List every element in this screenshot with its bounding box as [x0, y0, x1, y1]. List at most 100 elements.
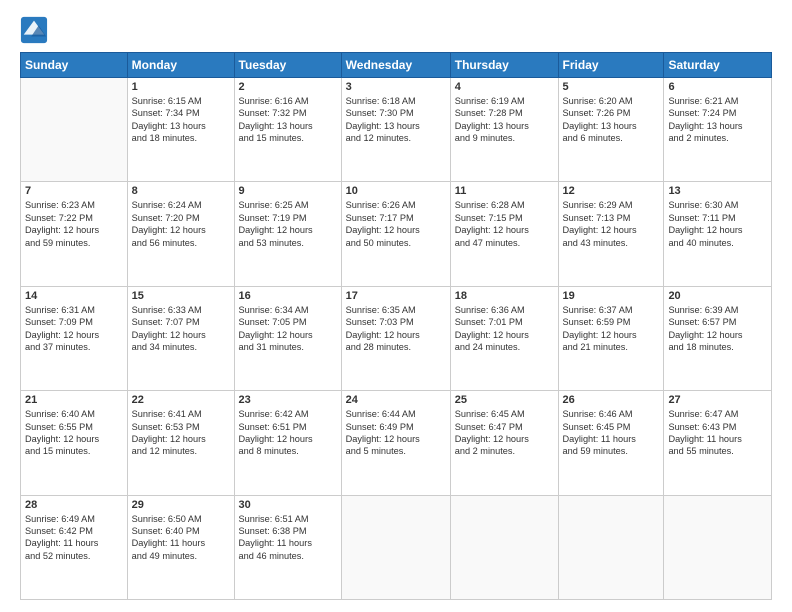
day-info: Sunrise: 6:39 AM Sunset: 6:57 PM Dayligh…: [668, 304, 767, 354]
calendar-cell: 15 Sunrise: 6:33 AM Sunset: 7:07 PM Dayli…: [127, 286, 234, 390]
logo-icon: [20, 16, 48, 44]
day-number: 23: [239, 394, 337, 406]
day-number: 29: [132, 499, 230, 511]
day-info: Sunrise: 6:50 AM Sunset: 6:40 PM Dayligh…: [132, 513, 230, 563]
col-wednesday: Wednesday: [341, 53, 450, 78]
day-info: Sunrise: 6:41 AM Sunset: 6:53 PM Dayligh…: [132, 408, 230, 458]
day-number: 18: [455, 290, 554, 302]
day-info: Sunrise: 6:36 AM Sunset: 7:01 PM Dayligh…: [455, 304, 554, 354]
day-info: Sunrise: 6:16 AM Sunset: 7:32 PM Dayligh…: [239, 95, 337, 145]
day-number: 9: [239, 185, 337, 197]
calendar-cell: 27 Sunrise: 6:47 AM Sunset: 6:43 PM Dayli…: [664, 391, 772, 495]
calendar-cell: [21, 78, 128, 182]
calendar-cell: 10 Sunrise: 6:26 AM Sunset: 7:17 PM Dayli…: [341, 182, 450, 286]
day-info: Sunrise: 6:20 AM Sunset: 7:26 PM Dayligh…: [563, 95, 660, 145]
calendar-week-row: 1 Sunrise: 6:15 AM Sunset: 7:34 PM Daylig…: [21, 78, 772, 182]
calendar-cell: 22 Sunrise: 6:41 AM Sunset: 6:53 PM Dayli…: [127, 391, 234, 495]
day-info: Sunrise: 6:26 AM Sunset: 7:17 PM Dayligh…: [346, 199, 446, 249]
day-number: 21: [25, 394, 123, 406]
col-saturday: Saturday: [664, 53, 772, 78]
day-info: Sunrise: 6:31 AM Sunset: 7:09 PM Dayligh…: [25, 304, 123, 354]
calendar-cell: 30 Sunrise: 6:51 AM Sunset: 6:38 PM Dayli…: [234, 495, 341, 599]
calendar-cell: [341, 495, 450, 599]
day-info: Sunrise: 6:33 AM Sunset: 7:07 PM Dayligh…: [132, 304, 230, 354]
col-thursday: Thursday: [450, 53, 558, 78]
calendar-cell: 12 Sunrise: 6:29 AM Sunset: 7:13 PM Dayli…: [558, 182, 664, 286]
calendar-table: Sunday Monday Tuesday Wednesday Thursday…: [20, 52, 772, 600]
day-info: Sunrise: 6:21 AM Sunset: 7:24 PM Dayligh…: [668, 95, 767, 145]
calendar-cell: 6 Sunrise: 6:21 AM Sunset: 7:24 PM Daylig…: [664, 78, 772, 182]
day-number: 3: [346, 81, 446, 93]
day-info: Sunrise: 6:23 AM Sunset: 7:22 PM Dayligh…: [25, 199, 123, 249]
calendar-cell: [664, 495, 772, 599]
calendar-cell: 7 Sunrise: 6:23 AM Sunset: 7:22 PM Daylig…: [21, 182, 128, 286]
day-number: 20: [668, 290, 767, 302]
day-number: 25: [455, 394, 554, 406]
col-tuesday: Tuesday: [234, 53, 341, 78]
day-number: 4: [455, 81, 554, 93]
day-number: 7: [25, 185, 123, 197]
day-info: Sunrise: 6:47 AM Sunset: 6:43 PM Dayligh…: [668, 408, 767, 458]
day-info: Sunrise: 6:25 AM Sunset: 7:19 PM Dayligh…: [239, 199, 337, 249]
day-number: 5: [563, 81, 660, 93]
col-monday: Monday: [127, 53, 234, 78]
day-number: 27: [668, 394, 767, 406]
day-number: 2: [239, 81, 337, 93]
day-number: 19: [563, 290, 660, 302]
calendar-cell: 11Sunrise: 6:28 AM Sunset: 7:15 PM Dayli…: [450, 182, 558, 286]
day-number: 30: [239, 499, 337, 511]
day-info: Sunrise: 6:42 AM Sunset: 6:51 PM Dayligh…: [239, 408, 337, 458]
day-info: Sunrise: 6:15 AM Sunset: 7:34 PM Dayligh…: [132, 95, 230, 145]
day-number: 6: [668, 81, 767, 93]
calendar-cell: 20 Sunrise: 6:39 AM Sunset: 6:57 PM Dayli…: [664, 286, 772, 390]
calendar-cell: 9 Sunrise: 6:25 AM Sunset: 7:19 PM Daylig…: [234, 182, 341, 286]
day-info: Sunrise: 6:44 AM Sunset: 6:49 PM Dayligh…: [346, 408, 446, 458]
day-number: 15: [132, 290, 230, 302]
day-number: 11: [455, 185, 554, 197]
calendar-cell: 1 Sunrise: 6:15 AM Sunset: 7:34 PM Daylig…: [127, 78, 234, 182]
calendar-cell: 29 Sunrise: 6:50 AM Sunset: 6:40 PM Dayli…: [127, 495, 234, 599]
day-info: Sunrise: 6:37 AM Sunset: 6:59 PM Dayligh…: [563, 304, 660, 354]
day-number: 13: [668, 185, 767, 197]
day-number: 28: [25, 499, 123, 511]
calendar-cell: 19 Sunrise: 6:37 AM Sunset: 6:59 PM Dayli…: [558, 286, 664, 390]
calendar-cell: [558, 495, 664, 599]
calendar-cell: 21 Sunrise: 6:40 AM Sunset: 6:55 PM Dayli…: [21, 391, 128, 495]
calendar-header-row: Sunday Monday Tuesday Wednesday Thursday…: [21, 53, 772, 78]
calendar-cell: 23 Sunrise: 6:42 AM Sunset: 6:51 PM Dayli…: [234, 391, 341, 495]
calendar-cell: 2 Sunrise: 6:16 AM Sunset: 7:32 PM Daylig…: [234, 78, 341, 182]
day-number: 1: [132, 81, 230, 93]
calendar-week-row: 14 Sunrise: 6:31 AM Sunset: 7:09 PM Dayli…: [21, 286, 772, 390]
day-info: Sunrise: 6:49 AM Sunset: 6:42 PM Dayligh…: [25, 513, 123, 563]
col-friday: Friday: [558, 53, 664, 78]
day-info: Sunrise: 6:18 AM Sunset: 7:30 PM Dayligh…: [346, 95, 446, 145]
day-number: 16: [239, 290, 337, 302]
day-number: 12: [563, 185, 660, 197]
calendar-cell: 14 Sunrise: 6:31 AM Sunset: 7:09 PM Dayli…: [21, 286, 128, 390]
calendar-cell: 8Sunrise: 6:24 AM Sunset: 7:20 PM Daylig…: [127, 182, 234, 286]
day-number: 10: [346, 185, 446, 197]
day-number: 22: [132, 394, 230, 406]
day-info: Sunrise: 6:29 AM Sunset: 7:13 PM Dayligh…: [563, 199, 660, 249]
calendar-cell: 26Sunrise: 6:46 AM Sunset: 6:45 PM Dayli…: [558, 391, 664, 495]
calendar-cell: [450, 495, 558, 599]
day-number: 14: [25, 290, 123, 302]
calendar-cell: 17 Sunrise: 6:35 AM Sunset: 7:03 PM Dayli…: [341, 286, 450, 390]
day-number: 8: [132, 185, 230, 197]
day-info: Sunrise: 6:34 AM Sunset: 7:05 PM Dayligh…: [239, 304, 337, 354]
day-info: Sunrise: 6:51 AM Sunset: 6:38 PM Dayligh…: [239, 513, 337, 563]
calendar-cell: 16 Sunrise: 6:34 AM Sunset: 7:05 PM Dayli…: [234, 286, 341, 390]
day-number: 24: [346, 394, 446, 406]
day-info: Sunrise: 6:19 AM Sunset: 7:28 PM Dayligh…: [455, 95, 554, 145]
day-info: Sunrise: 6:40 AM Sunset: 6:55 PM Dayligh…: [25, 408, 123, 458]
calendar-cell: 28 Sunrise: 6:49 AM Sunset: 6:42 PM Dayli…: [21, 495, 128, 599]
col-sunday: Sunday: [21, 53, 128, 78]
calendar-week-row: 21 Sunrise: 6:40 AM Sunset: 6:55 PM Dayli…: [21, 391, 772, 495]
calendar-cell: 3 Sunrise: 6:18 AM Sunset: 7:30 PM Daylig…: [341, 78, 450, 182]
day-number: 17: [346, 290, 446, 302]
calendar-week-row: 7 Sunrise: 6:23 AM Sunset: 7:22 PM Daylig…: [21, 182, 772, 286]
calendar-cell: 5 Sunrise: 6:20 AM Sunset: 7:26 PM Daylig…: [558, 78, 664, 182]
calendar-cell: 13Sunrise: 6:30 AM Sunset: 7:11 PM Dayli…: [664, 182, 772, 286]
calendar-week-row: 28 Sunrise: 6:49 AM Sunset: 6:42 PM Dayli…: [21, 495, 772, 599]
day-info: Sunrise: 6:35 AM Sunset: 7:03 PM Dayligh…: [346, 304, 446, 354]
